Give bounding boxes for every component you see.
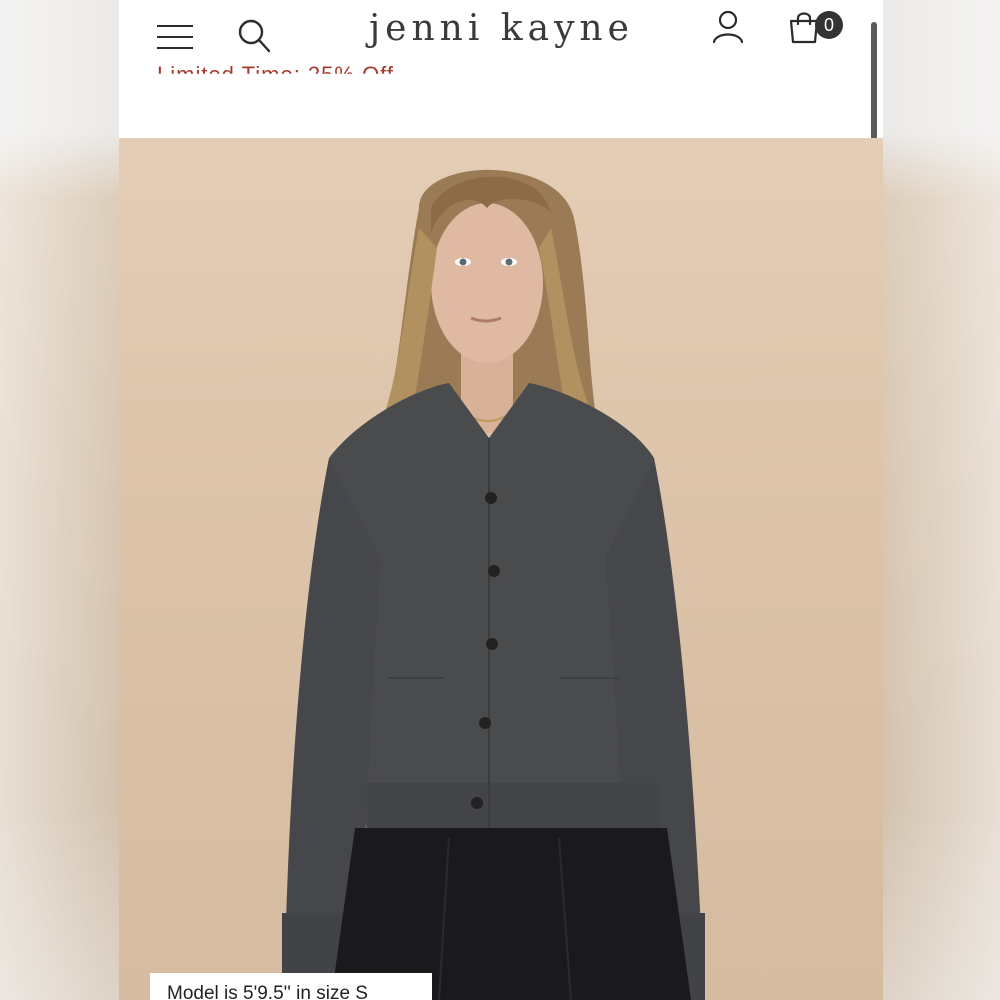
product-image[interactable]: Model is 5'9.5'' in size S: [119, 138, 883, 1000]
cart-count-badge[interactable]: 0: [815, 11, 843, 39]
background-blur-left: [0, 0, 119, 1000]
search-icon[interactable]: [237, 18, 271, 54]
hamburger-menu-icon[interactable]: [157, 23, 193, 51]
promo-banner[interactable]: Limited Time: 25% Off: [157, 62, 394, 74]
user-icon[interactable]: [711, 10, 745, 44]
model-size-caption: Model is 5'9.5'' in size S: [150, 973, 432, 1000]
background-blur-right: [882, 0, 1000, 1000]
model-illustration: [282, 169, 705, 1000]
brand-logo[interactable]: jenni kayne: [369, 8, 633, 49]
site-header: Limited Time: 25% Off jenni kayne 0: [119, 0, 883, 138]
mobile-viewport: Limited Time: 25% Off jenni kayne 0 Mode…: [119, 0, 883, 1000]
